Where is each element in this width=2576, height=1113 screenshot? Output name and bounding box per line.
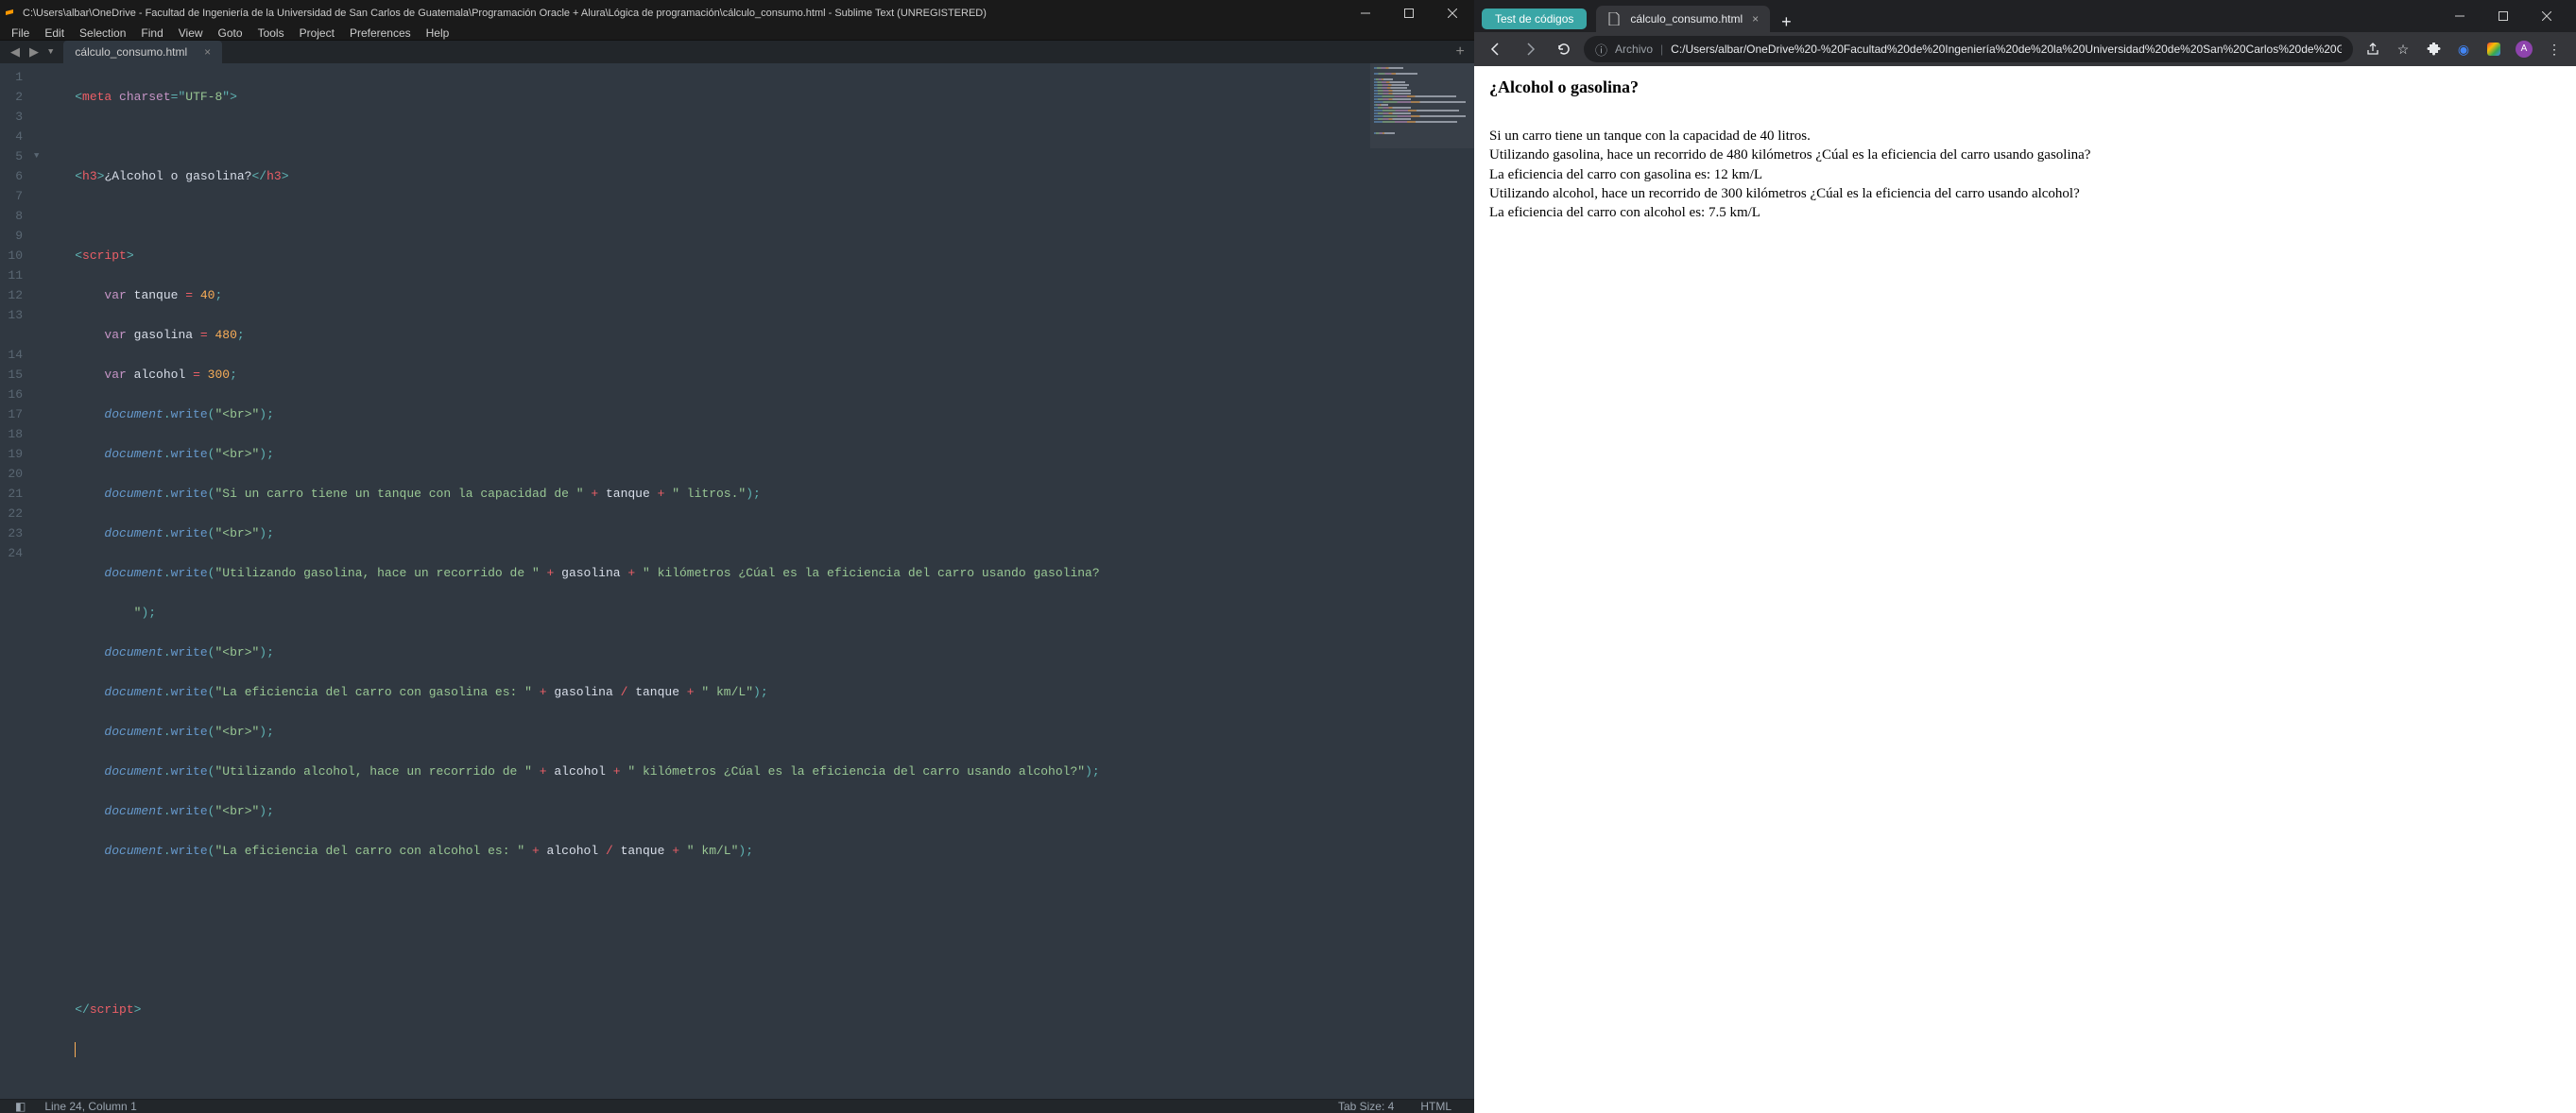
new-tab-icon[interactable]: + — [1455, 43, 1465, 60]
menu-goto[interactable]: Goto — [211, 26, 250, 40]
minimap[interactable] — [1370, 63, 1474, 1099]
menu-project[interactable]: Project — [292, 26, 342, 40]
minimize-button[interactable] — [2438, 0, 2482, 32]
omnibox[interactable]: ⓘ Archivo | C:/Users/albar/OneDrive%20-%… — [1584, 36, 2353, 62]
menu-find[interactable]: Find — [133, 26, 170, 40]
menu-file[interactable]: File — [4, 26, 37, 40]
menu-preferences[interactable]: Preferences — [342, 26, 419, 40]
menu-tools[interactable]: Tools — [250, 26, 292, 40]
menu-selection[interactable]: Selection — [72, 26, 133, 40]
page-text-line: Si un carro tiene un tanque con la capac… — [1489, 127, 2561, 146]
maximize-button[interactable] — [1387, 0, 1431, 26]
sidebar-toggle-icon[interactable]: ◧ — [9, 1100, 31, 1113]
url-text: C:/Users/albar/OneDrive%20-%20Facultad%2… — [1671, 43, 2342, 56]
sublime-titlebar: C:\Users\albar\OneDrive - Facultad de In… — [0, 0, 1474, 26]
browser-tab-inactive[interactable]: Test de códigos — [1482, 9, 1587, 29]
share-icon[interactable] — [2359, 35, 2387, 63]
url-separator: | — [1660, 43, 1663, 56]
close-button[interactable] — [1431, 0, 1474, 26]
page-text-line: La eficiencia del carro con gasolina es:… — [1489, 165, 2561, 184]
browser-window: Test de códigos cálculo_consumo.html × +… — [1474, 0, 2576, 731]
reload-button[interactable] — [1550, 35, 1578, 63]
file-tab[interactable]: cálculo_consumo.html × — [63, 41, 222, 63]
close-tab-icon[interactable]: × — [204, 45, 211, 59]
page-heading: ¿Alcohol o gasolina? — [1489, 77, 2561, 97]
close-tab-icon[interactable]: × — [1752, 12, 1759, 26]
site-info-icon[interactable]: ⓘ — [1595, 41, 1607, 59]
browser-tab-label: cálculo_consumo.html — [1630, 12, 1743, 26]
tab-history-nav: ◀ ▶ ▼ — [6, 41, 58, 63]
menu-help[interactable]: Help — [419, 26, 457, 40]
file-favicon-icon — [1607, 12, 1621, 26]
code-area[interactable]: <meta charset="UTF-8"> <h3>¿Alcohol o ga… — [45, 63, 1370, 1099]
extension-icon-2[interactable] — [2480, 35, 2508, 63]
line-number-gutter: 123456789101112131415161718192021222324 — [0, 63, 34, 1099]
nav-dropdown-icon[interactable]: ▼ — [43, 47, 58, 57]
status-syntax[interactable]: HTML — [1407, 1100, 1465, 1113]
toolbar-actions: ☆ ◉ A ⋮ — [2359, 35, 2568, 63]
menu-edit[interactable]: Edit — [37, 26, 72, 40]
nav-forward-button[interactable] — [1516, 35, 1544, 63]
kebab-menu-icon[interactable]: ⋮ — [2540, 35, 2568, 63]
new-tab-button[interactable]: + — [1770, 12, 1803, 32]
profile-avatar[interactable]: A — [2510, 35, 2538, 63]
rendered-page: ¿Alcohol o gasolina? Si un carro tiene u… — [1474, 66, 2576, 731]
status-tabsize[interactable]: Tab Size: 4 — [1325, 1100, 1407, 1113]
browser-tabstrip: Test de códigos cálculo_consumo.html × + — [1474, 0, 2576, 32]
nav-fwd-icon[interactable]: ▶ — [25, 45, 43, 60]
close-button[interactable] — [2525, 0, 2568, 32]
window-title: C:\Users\albar\OneDrive - Facultad de In… — [19, 8, 1344, 19]
tab-row: ◀ ▶ ▼ cálculo_consumo.html × + — [0, 41, 1474, 63]
extensions-puzzle-icon[interactable] — [2419, 35, 2447, 63]
status-position[interactable]: Line 24, Column 1 — [31, 1100, 149, 1113]
minimize-button[interactable] — [1344, 0, 1387, 26]
status-bar: ◧ Line 24, Column 1 Tab Size: 4 HTML — [0, 1099, 1474, 1113]
page-text-line: La eficiencia del carro con alcohol es: … — [1489, 203, 2561, 222]
url-scheme: Archivo — [1615, 43, 1653, 56]
fold-gutter: ▼ — [34, 63, 45, 1099]
extension-icon-1[interactable]: ◉ — [2449, 35, 2478, 63]
text-caret — [75, 1042, 76, 1057]
address-toolbar: ⓘ Archivo | C:/Users/albar/OneDrive%20-%… — [1474, 32, 2576, 66]
browser-tab-active[interactable]: cálculo_consumo.html × — [1596, 6, 1770, 32]
sublime-window: C:\Users\albar\OneDrive - Facultad de In… — [0, 0, 1474, 731]
menu-bar: File Edit Selection Find View Goto Tools… — [0, 26, 1474, 41]
sublime-app-icon — [0, 8, 19, 19]
editor[interactable]: 123456789101112131415161718192021222324 … — [0, 63, 1474, 1099]
page-text-line: Utilizando gasolina, hace un recorrido d… — [1489, 146, 2561, 164]
browser-tab-label: Test de códigos — [1495, 12, 1573, 26]
bookmark-star-icon[interactable]: ☆ — [2389, 35, 2417, 63]
browser-window-controls — [2438, 0, 2568, 32]
nav-back-icon[interactable]: ◀ — [6, 45, 25, 60]
maximize-button[interactable] — [2482, 0, 2525, 32]
file-tab-label: cálculo_consumo.html — [75, 45, 187, 59]
menu-view[interactable]: View — [171, 26, 211, 40]
page-text-line: Utilizando alcohol, hace un recorrido de… — [1489, 184, 2561, 203]
nav-back-button[interactable] — [1482, 35, 1510, 63]
